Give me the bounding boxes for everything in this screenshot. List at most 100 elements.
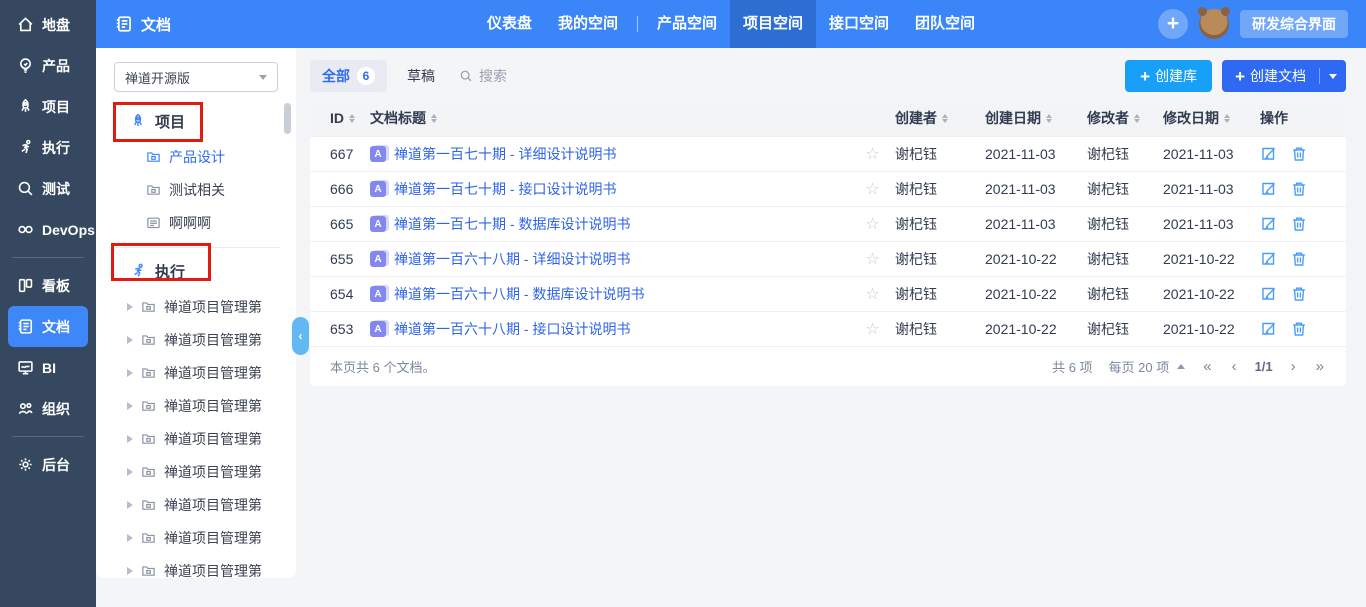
nav-my-space[interactable]: 我的空间 bbox=[545, 0, 631, 48]
tab-draft[interactable]: 草稿 bbox=[407, 66, 435, 86]
space-select[interactable]: 禅道开源版 bbox=[114, 62, 278, 92]
chevron-right-icon[interactable] bbox=[127, 336, 133, 344]
edit-icon[interactable] bbox=[1260, 180, 1278, 198]
column-header-modifier[interactable]: 修改者 bbox=[1087, 108, 1163, 128]
tab-all-label: 全部 bbox=[322, 66, 350, 86]
chevron-right-icon[interactable] bbox=[127, 534, 133, 542]
delete-icon[interactable] bbox=[1290, 215, 1308, 233]
sidebar-collapse-handle[interactable]: ‹ bbox=[292, 317, 309, 355]
favorite-star-icon[interactable]: ☆ bbox=[850, 249, 895, 269]
sort-icon[interactable] bbox=[349, 114, 355, 123]
chevron-right-icon[interactable] bbox=[127, 303, 133, 311]
doc-title-link[interactable]: A 禅道第一百七十期 - 详细设计说明书 bbox=[370, 144, 850, 164]
edit-icon[interactable] bbox=[1260, 285, 1278, 303]
doc-title-link[interactable]: A 禅道第一百七十期 - 数据库设计说明书 bbox=[370, 214, 850, 234]
quick-create-button[interactable]: + bbox=[1158, 9, 1188, 39]
execution-tree-item[interactable]: 禅道项目管理第 bbox=[96, 323, 296, 356]
library-item-test-related[interactable]: 测试相关 bbox=[96, 173, 296, 206]
sidebar-item-bi[interactable]: BI bbox=[8, 347, 88, 388]
column-header-creator[interactable]: 创建者 bbox=[895, 108, 985, 128]
library-item-product-design[interactable]: 产品设计 bbox=[96, 140, 296, 173]
delete-icon[interactable] bbox=[1290, 145, 1308, 163]
execution-tree-item[interactable]: 禅道项目管理第 bbox=[96, 521, 296, 554]
sidebar-item-kanban[interactable]: 看板 bbox=[8, 265, 88, 306]
prev-page-button[interactable]: ‹ bbox=[1230, 358, 1239, 375]
sort-icon[interactable] bbox=[1046, 114, 1052, 123]
sidebar-item-home[interactable]: 地盘 bbox=[8, 4, 88, 45]
page-title: 文档 bbox=[141, 14, 171, 35]
per-page-select[interactable]: 每页 20 项 bbox=[1109, 357, 1186, 376]
edit-icon[interactable] bbox=[1260, 320, 1278, 338]
column-header-modified-date[interactable]: 修改日期 bbox=[1163, 108, 1260, 128]
sidebar-item-devops[interactable]: DevOps bbox=[8, 209, 88, 250]
favorite-star-icon[interactable]: ☆ bbox=[850, 144, 895, 164]
nav-dashboard[interactable]: 仪表盘 bbox=[474, 0, 545, 48]
favorite-star-icon[interactable]: ☆ bbox=[850, 214, 895, 234]
sidebar-item-test[interactable]: 测试 bbox=[8, 168, 88, 209]
delete-icon[interactable] bbox=[1290, 180, 1308, 198]
favorite-star-icon[interactable]: ☆ bbox=[850, 179, 895, 199]
sort-icon[interactable] bbox=[1224, 114, 1230, 123]
first-page-button[interactable]: « bbox=[1201, 358, 1213, 375]
library-item-ahh[interactable]: 啊啊啊 bbox=[96, 206, 296, 239]
sidebar-item-execution[interactable]: 执行 bbox=[8, 127, 88, 168]
execution-tree-item[interactable]: 禅道项目管理第 bbox=[96, 290, 296, 323]
execution-tree-item[interactable]: 禅道项目管理第 bbox=[96, 488, 296, 521]
sidebar-item-project[interactable]: 项目 bbox=[8, 86, 88, 127]
search-toggle[interactable]: 搜索 bbox=[459, 66, 507, 86]
doc-title-link[interactable]: A 禅道第一百六十八期 - 详细设计说明书 bbox=[370, 249, 850, 269]
column-header-title[interactable]: 文档标题 bbox=[370, 108, 850, 128]
sort-icon[interactable] bbox=[431, 114, 437, 123]
doc-title-link[interactable]: A 禅道第一百六十八期 - 数据库设计说明书 bbox=[370, 284, 850, 304]
delete-icon[interactable] bbox=[1290, 250, 1308, 268]
next-page-button[interactable]: › bbox=[1289, 358, 1298, 375]
chevron-right-icon[interactable] bbox=[127, 567, 133, 575]
tree-section-execution[interactable]: 执行 bbox=[96, 252, 296, 290]
execution-tree-item[interactable]: 禅道项目管理第 bbox=[96, 554, 296, 578]
edit-icon[interactable] bbox=[1260, 145, 1278, 163]
execution-tree-item[interactable]: 禅道项目管理第 bbox=[96, 389, 296, 422]
tree-section-label: 项目 bbox=[155, 111, 185, 132]
chevron-right-icon[interactable] bbox=[127, 435, 133, 443]
delete-icon[interactable] bbox=[1290, 285, 1308, 303]
tree-section-project[interactable]: 项目 bbox=[96, 102, 296, 140]
edit-icon[interactable] bbox=[1260, 215, 1278, 233]
create-doc-dropdown-button[interactable] bbox=[1320, 60, 1346, 92]
sidebar-item-product[interactable]: 产品 bbox=[8, 45, 88, 86]
column-header-created-date[interactable]: 创建日期 bbox=[985, 108, 1087, 128]
workbench-button[interactable]: 研发综合界面 bbox=[1240, 10, 1348, 38]
folder-icon bbox=[141, 464, 156, 479]
column-header-actions: 操作 bbox=[1260, 108, 1346, 128]
doc-title-link[interactable]: A 禅道第一百六十八期 - 接口设计说明书 bbox=[370, 319, 850, 339]
column-header-id[interactable]: ID bbox=[310, 110, 370, 126]
favorite-star-icon[interactable]: ☆ bbox=[850, 284, 895, 304]
nav-project-space[interactable]: 项目空间 bbox=[730, 0, 816, 48]
sidebar-item-doc[interactable]: 文档 bbox=[8, 306, 88, 347]
favorite-star-icon[interactable]: ☆ bbox=[850, 319, 895, 339]
sort-icon[interactable] bbox=[1134, 114, 1140, 123]
nav-product-space[interactable]: 产品空间 bbox=[644, 0, 730, 48]
create-doc-button[interactable]: + 创建文档 bbox=[1222, 60, 1319, 92]
nav-api-space[interactable]: 接口空间 bbox=[816, 0, 902, 48]
doc-title-link[interactable]: A 禅道第一百七十期 - 接口设计说明书 bbox=[370, 179, 850, 199]
chevron-right-icon[interactable] bbox=[127, 501, 133, 509]
page-summary: 本页共 6 个文档。 bbox=[330, 357, 435, 376]
last-page-button[interactable]: » bbox=[1314, 358, 1326, 375]
avatar[interactable] bbox=[1199, 9, 1229, 39]
delete-icon[interactable] bbox=[1290, 320, 1308, 338]
nav-team-space[interactable]: 团队空间 bbox=[902, 0, 988, 48]
edit-icon[interactable] bbox=[1260, 250, 1278, 268]
execution-tree-item[interactable]: 禅道项目管理第 bbox=[96, 455, 296, 488]
sidebar-item-admin[interactable]: 后台 bbox=[8, 444, 88, 485]
execution-tree-item[interactable]: 禅道项目管理第 bbox=[96, 356, 296, 389]
chevron-right-icon[interactable] bbox=[127, 402, 133, 410]
sidebar-item-org[interactable]: 组织 bbox=[8, 388, 88, 429]
chevron-right-icon[interactable] bbox=[127, 369, 133, 377]
scrollbar-thumb[interactable] bbox=[284, 103, 291, 134]
create-library-button[interactable]: + 创建库 bbox=[1125, 60, 1212, 92]
tab-all[interactable]: 全部 6 bbox=[310, 60, 387, 92]
execution-tree-item[interactable]: 禅道项目管理第 bbox=[96, 422, 296, 455]
sort-icon[interactable] bbox=[942, 114, 948, 123]
chevron-right-icon[interactable] bbox=[127, 468, 133, 476]
doc-modified-date: 2021-11-03 bbox=[1163, 216, 1260, 232]
